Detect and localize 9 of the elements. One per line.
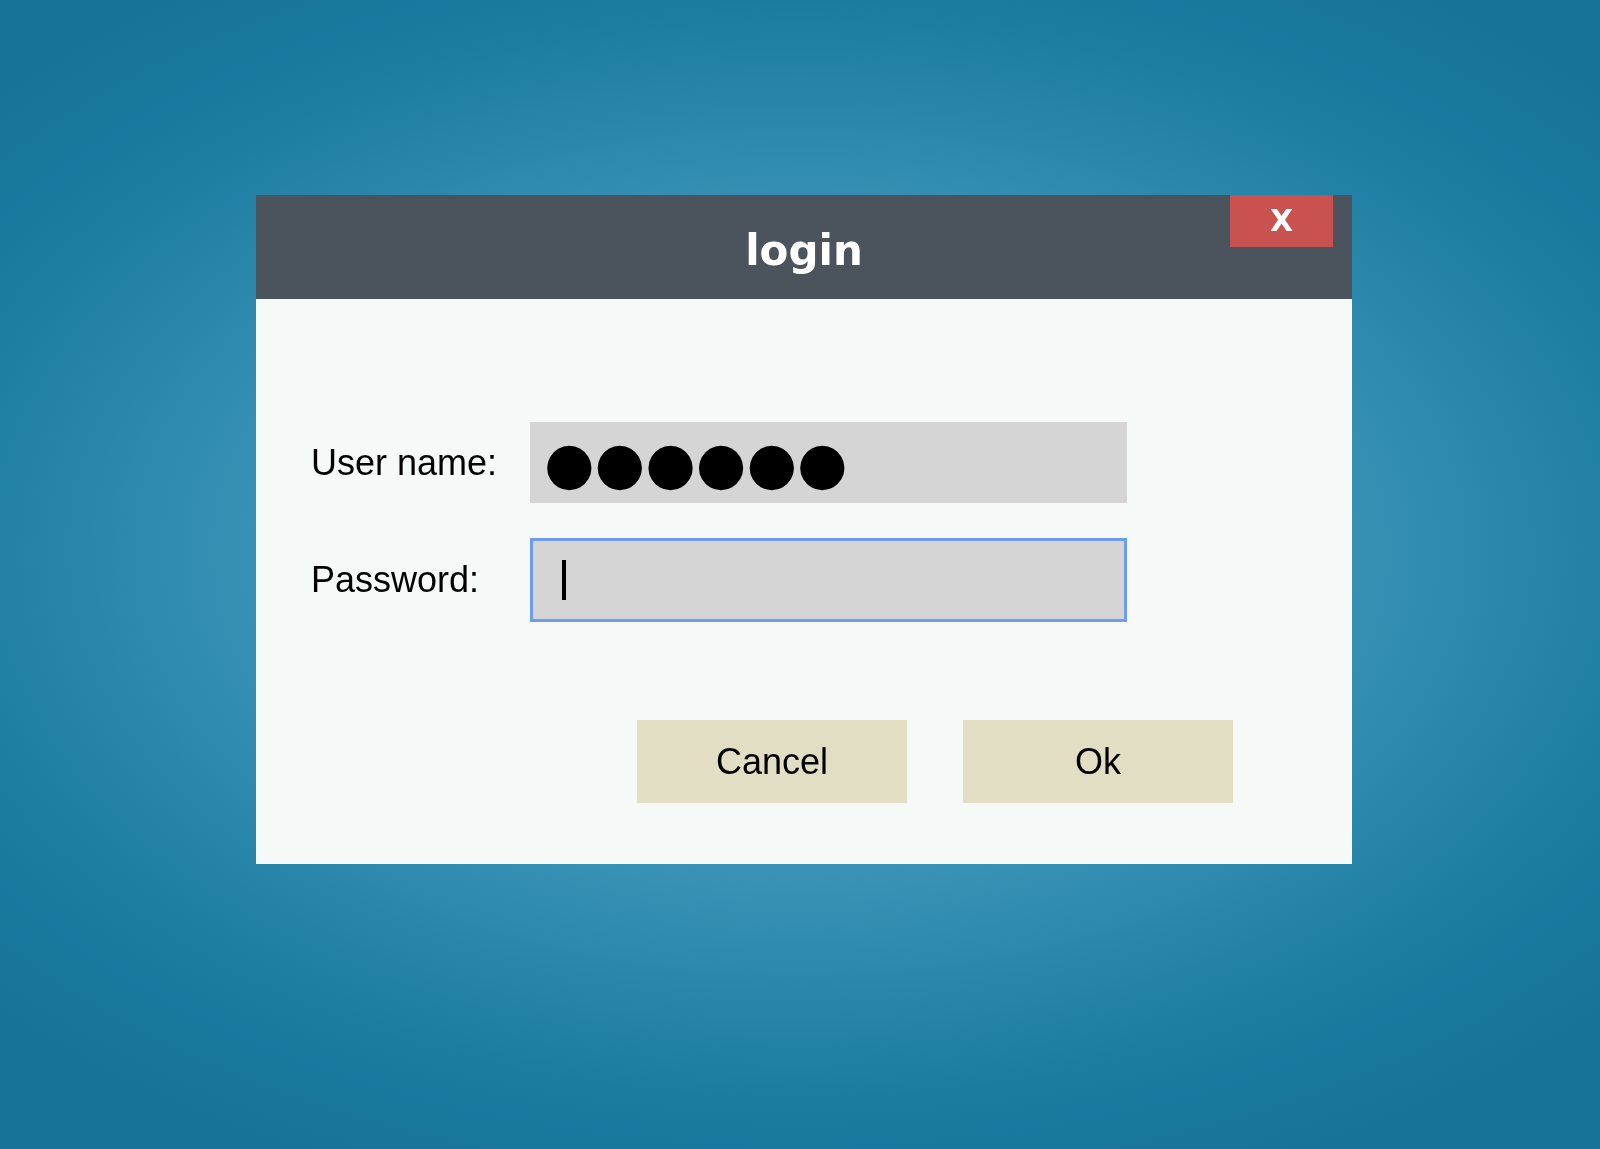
- input-field[interactable]: ●●●●●●: [530, 422, 1127, 503]
- cancel-button[interactable]: Cancel: [637, 720, 907, 803]
- text-cursor-icon: [562, 560, 566, 600]
- masked-value: ●●●●●●: [544, 433, 848, 492]
- input-field[interactable]: [530, 538, 1127, 622]
- ok-button[interactable]: Ok: [963, 720, 1233, 803]
- window-title: login: [745, 230, 863, 272]
- field-label: User name:: [311, 444, 499, 481]
- close-button[interactable]: X: [1230, 195, 1333, 247]
